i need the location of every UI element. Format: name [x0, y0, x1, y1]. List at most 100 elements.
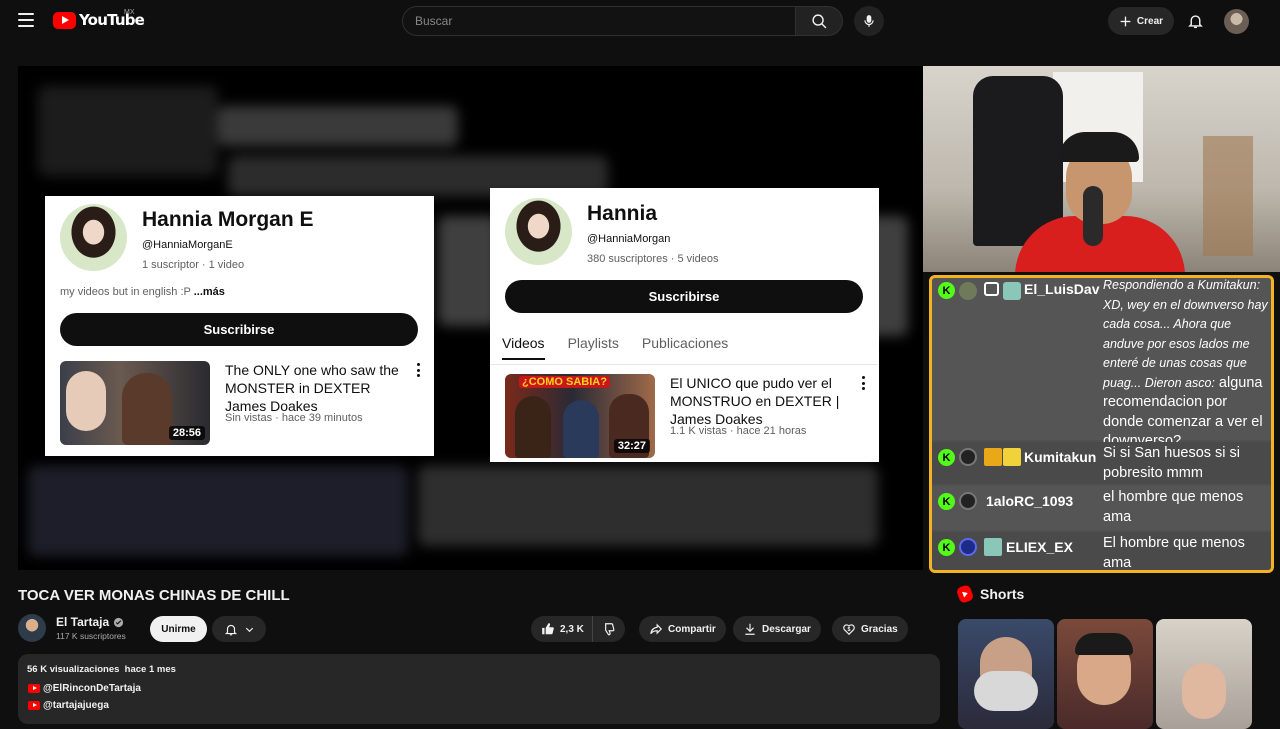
chat-text: Respondiendo a Kumitakun: XD, wey en el … — [1103, 278, 1271, 452]
tab-divider — [490, 364, 878, 365]
chat-message: K El_LuisDav Respondiendo a Kumitakun: X… — [932, 278, 1271, 449]
video-meta: Sin vistas · hace 39 minutos — [225, 412, 363, 424]
channel-card-right: Hannia @HanniaMorgan 380 suscriptores · … — [490, 188, 879, 462]
channel-handle: @HanniaMorganE — [142, 239, 233, 251]
sub-badge-icon — [1003, 282, 1021, 300]
channel-handle: @HanniaMorgan — [587, 233, 671, 245]
channel-card-left: Hannia Morgan E @HanniaMorganE 1 suscrip… — [45, 196, 434, 456]
view-count-date: 56 K visualizaciones hace 1 mes — [27, 664, 176, 675]
more-link[interactable]: ...más — [194, 286, 225, 298]
video-title[interactable]: The ONLY one who saw the MONSTER in DEXT… — [225, 361, 405, 415]
search-icon — [811, 13, 826, 28]
thumbs-up-icon — [542, 623, 554, 635]
channel-subscribers: 117 K suscriptores — [56, 631, 126, 641]
reply-context: Respondiendo a Kumitakun: XD, wey en el … — [1103, 278, 1268, 390]
short-thumbnail[interactable] — [1057, 619, 1153, 729]
notifications-button[interactable] — [1184, 10, 1206, 32]
subscription-bell-button[interactable] — [212, 616, 266, 642]
thanks-button[interactable]: $ Gracias — [832, 616, 908, 642]
bell-icon — [224, 624, 237, 635]
channel-name: El Tartaja — [56, 615, 110, 629]
video-thumbnail[interactable]: 28:56 — [60, 361, 210, 445]
video-title[interactable]: El UNICO que pudo ver el MONSTRUO en DEX… — [670, 374, 850, 428]
short-thumbnail[interactable] — [958, 619, 1054, 729]
emote-icon — [1003, 448, 1021, 466]
tab-playlists[interactable]: Playlists — [568, 335, 619, 360]
join-button[interactable]: Unirme — [150, 616, 207, 642]
download-label: Descargar — [762, 623, 811, 635]
shorts-header: Shorts — [955, 584, 1024, 604]
streamer-webcam — [923, 66, 1280, 272]
description-box[interactable]: 56 K visualizaciones hace 1 mes @ElRinco… — [18, 654, 940, 724]
chat-username[interactable]: ELIEX_EX — [1006, 539, 1073, 555]
download-icon — [745, 623, 755, 635]
share-icon — [650, 623, 663, 635]
video-title: TOCA VER MONAS CHINAS DE CHILL — [18, 587, 290, 604]
microphone-icon — [864, 15, 874, 27]
chat-username[interactable]: Kumitakun — [1024, 449, 1096, 465]
bell-icon — [1187, 15, 1203, 29]
tab-posts[interactable]: Publicaciones — [642, 335, 728, 360]
more-options-icon[interactable] — [861, 376, 865, 390]
user-icon — [959, 492, 977, 510]
menu-icon[interactable] — [18, 13, 34, 27]
chat-message: K ELIEX_EX El hombre que menos ama — [932, 532, 1271, 571]
kick-badge-icon: K — [938, 282, 955, 299]
video-duration: 28:56 — [168, 426, 205, 440]
voice-search-button[interactable] — [854, 6, 884, 36]
search-input[interactable] — [402, 6, 796, 36]
channel-avatar[interactable] — [18, 614, 46, 642]
video-meta: 1.1 K vistas · hace 21 horas — [670, 425, 807, 437]
channel-stats: 1 suscriptor · 1 video — [142, 259, 245, 271]
chat-message: K 1aloRC_1093 el hombre que menos ama — [932, 486, 1271, 530]
shorts-icon — [955, 584, 975, 604]
thanks-label: Gracias — [861, 623, 898, 635]
dislike-button[interactable] — [593, 616, 625, 642]
video-thumbnail[interactable]: ¿COMO SABIA? 32:27 — [505, 374, 655, 458]
channel-name-link[interactable]: El Tartaja — [56, 615, 124, 629]
user-icon — [959, 448, 977, 466]
svg-text:$: $ — [848, 627, 851, 633]
chat-username[interactable]: 1aloRC_1093 — [986, 493, 1073, 509]
like-button[interactable]: 2,3 K — [531, 616, 593, 642]
chat-text: Si si San huesos si si pobresito mmm — [1103, 445, 1241, 481]
download-button[interactable]: Descargar — [733, 616, 821, 642]
tab-videos[interactable]: Videos — [502, 335, 545, 360]
chat-message: K Kumitakun Si si San huesos si si pobre… — [932, 442, 1271, 484]
subscribe-button[interactable]: Suscribirse — [505, 280, 863, 313]
video-duration: 32:27 — [613, 439, 650, 453]
sub-badge-icon — [984, 538, 1002, 556]
chat-text: El hombre que menos ama — [1103, 535, 1245, 571]
badge-icon — [959, 282, 977, 300]
kick-badge-icon: K — [938, 539, 955, 556]
short-thumbnail[interactable] — [1156, 619, 1252, 729]
chat-username[interactable]: El_LuisDav — [1024, 281, 1099, 297]
chat-text: el hombre que menos ama — [1103, 489, 1244, 525]
channel-link[interactable]: @tartajajuega — [28, 700, 109, 711]
channel-link[interactable]: @ElRinconDeTartaja — [28, 683, 141, 694]
more-options-icon[interactable] — [416, 363, 420, 377]
channel-name: Hannia — [587, 202, 658, 225]
kick-badge-icon: K — [938, 449, 955, 466]
plus-icon — [1120, 16, 1131, 26]
search-button[interactable] — [796, 6, 843, 36]
verified-icon — [114, 617, 124, 627]
subscribe-button[interactable]: Suscribirse — [60, 313, 418, 346]
top-bar: YouTube MX Crear — [0, 0, 1280, 42]
video-player[interactable]: Hannia Morgan E @HanniaMorganE 1 suscrip… — [18, 66, 923, 570]
like-count: 2,3 K — [560, 623, 584, 635]
search-bar — [402, 6, 843, 36]
share-label: Compartir — [668, 623, 716, 635]
create-button[interactable]: Crear — [1108, 7, 1174, 35]
share-button[interactable]: Compartir — [639, 616, 726, 642]
reply-icon — [984, 282, 999, 296]
channel-link-text: @tartajajuega — [43, 700, 109, 711]
youtube-icon — [28, 701, 40, 710]
channel-name: Hannia Morgan E — [142, 208, 314, 231]
youtube-icon — [28, 684, 40, 693]
crown-icon — [984, 448, 1002, 466]
channel-avatar — [60, 204, 127, 271]
user-avatar[interactable] — [1224, 9, 1249, 34]
thumbnail-caption: ¿COMO SABIA? — [519, 376, 610, 388]
channel-description: my videos but in english :P ...más — [60, 286, 225, 298]
